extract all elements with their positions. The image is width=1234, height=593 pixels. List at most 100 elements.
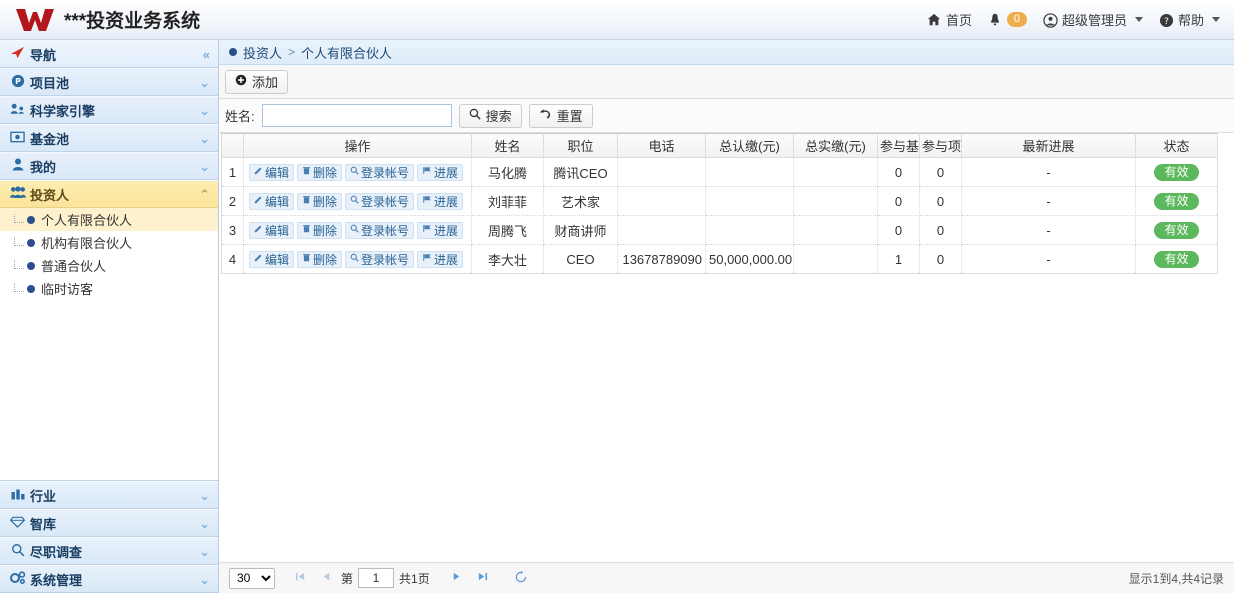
- cell-paid: [793, 244, 878, 274]
- chevron-down-double-icon: ⌄: [199, 515, 210, 531]
- sidebar-item-general-partner[interactable]: 普通合伙人: [0, 254, 218, 277]
- table-body: 1 编辑 删除 登录帐号 进展 马化腾 腾讯CEO 0 0- 有效 2 编辑 删除 登录帐号 进展 刘菲菲 艺术…: [221, 157, 1218, 274]
- user-menu[interactable]: 超级管理员: [1043, 10, 1143, 29]
- trash-icon: [302, 224, 311, 236]
- chevron-down-double-icon: ⌄: [199, 158, 210, 174]
- col-paid[interactable]: 总实缴(元): [793, 133, 878, 158]
- row-action-2[interactable]: 登录帐号: [345, 192, 415, 210]
- sidebar-group-investors[interactable]: 投资人 ⌃: [0, 180, 218, 208]
- sidebar-item-institutional-lp[interactable]: 机构有限合伙人: [0, 231, 218, 254]
- row-action-1[interactable]: 删除: [297, 163, 343, 181]
- tree-branch-icon: [14, 282, 24, 292]
- sidebar-item-individual-lp[interactable]: 个人有限合伙人: [0, 208, 218, 231]
- col-status[interactable]: 状态: [1135, 133, 1218, 158]
- row-action-1[interactable]: 删除: [297, 250, 343, 268]
- row-action-3[interactable]: 进展: [417, 163, 464, 181]
- refresh-button[interactable]: [508, 570, 534, 586]
- row-action-3[interactable]: 进展: [417, 192, 464, 210]
- cell-status: 有效: [1135, 157, 1218, 187]
- chevron-down-icon: [1212, 17, 1220, 22]
- sidebar-group-project-pool[interactable]: P 项目池 ⌄: [0, 68, 218, 96]
- name-search-input[interactable]: [261, 104, 452, 127]
- edit-pencil-icon: [254, 253, 263, 265]
- chevron-down-double-icon: ⌄: [199, 130, 210, 146]
- row-action-0[interactable]: 编辑: [249, 192, 295, 210]
- sidebar-group-fund-pool[interactable]: 基金池 ⌄: [0, 124, 218, 152]
- chevron-down-double-icon: ⌄: [199, 74, 210, 90]
- think-tank-diamond-icon: [9, 516, 26, 531]
- search-button-label: 搜索: [485, 109, 512, 124]
- prev-page-button[interactable]: [313, 571, 339, 585]
- table-row[interactable]: 1 编辑 删除 登录帐号 进展 马化腾 腾讯CEO 0 0- 有效: [221, 157, 1218, 187]
- row-action-1[interactable]: 删除: [297, 221, 343, 239]
- sidebar-group-industry[interactable]: 行业 ⌄: [0, 481, 218, 509]
- row-action-3[interactable]: 进展: [417, 221, 464, 239]
- row-action-3[interactable]: 进展: [417, 250, 464, 268]
- bullet-icon: [27, 261, 35, 270]
- sidebar-group-think-tank[interactable]: 智库 ⌄: [0, 509, 218, 537]
- cell-paid: [793, 186, 878, 216]
- notifications-nav-item[interactable]: 0: [988, 12, 1027, 27]
- reset-button-label: 重置: [556, 109, 583, 124]
- row-action-2[interactable]: 登录帐号: [345, 250, 415, 268]
- sidebar-group-mine[interactable]: 我的 ⌄: [0, 152, 218, 180]
- row-action-label: 进展: [434, 194, 459, 209]
- row-action-2[interactable]: 登录帐号: [345, 163, 415, 181]
- reset-button[interactable]: 重置: [528, 103, 593, 128]
- sidebar-item-label: 临时访客: [41, 282, 94, 297]
- sidebar-item-temp-visitor[interactable]: 临时访客: [0, 277, 218, 300]
- search-button[interactable]: 搜索: [458, 103, 522, 128]
- row-action-2[interactable]: 登录帐号: [345, 221, 415, 239]
- col-name[interactable]: 姓名: [471, 133, 544, 158]
- tree-branch-icon: [14, 236, 24, 246]
- bullet-icon: [27, 215, 35, 224]
- breadcrumb-root[interactable]: 投资人: [243, 43, 282, 62]
- col-projects[interactable]: 参与项: [919, 133, 962, 158]
- sidebar-group-due-diligence[interactable]: 尽职调查 ⌄: [0, 537, 218, 565]
- sidebar: 导航 « P 项目池 ⌄ 科学家引擎 ⌄ 基金池 ⌄ 我的 ⌄ 投资人 ⌃ 个人…: [0, 40, 219, 593]
- page-number-input[interactable]: [358, 568, 395, 588]
- cell-progress: -: [961, 215, 1136, 245]
- next-page-button[interactable]: [444, 571, 470, 585]
- cell-projects: 0: [919, 186, 962, 216]
- undo-arrow-icon: [539, 108, 552, 123]
- sidebar-group-system-management[interactable]: 系统管理 ⌄: [0, 565, 218, 593]
- cell-index: 2: [221, 186, 244, 216]
- chevron-down-double-icon: ⌄: [199, 487, 210, 503]
- sidebar-group-navigation[interactable]: 导航 «: [0, 40, 218, 68]
- col-index[interactable]: [221, 133, 244, 158]
- page-size-select[interactable]: 30: [229, 567, 275, 589]
- row-action-label: 进展: [434, 165, 459, 180]
- col-phone[interactable]: 电话: [617, 133, 706, 158]
- help-menu[interactable]: ? 帮助: [1159, 10, 1220, 29]
- row-action-0[interactable]: 编辑: [249, 163, 295, 181]
- sidebar-group-scientist-engine[interactable]: 科学家引擎 ⌄: [0, 96, 218, 124]
- col-latest-progress[interactable]: 最新进展: [961, 133, 1136, 158]
- cell-progress: -: [961, 244, 1136, 274]
- col-position[interactable]: 职位: [543, 133, 618, 158]
- row-action-label: 编辑: [265, 223, 290, 238]
- col-operations[interactable]: 操作: [243, 133, 472, 158]
- home-nav-item[interactable]: 首页: [927, 10, 972, 29]
- sidebar-group-label: 项目池: [30, 75, 70, 91]
- col-funds[interactable]: 参与基: [877, 133, 920, 158]
- last-page-button[interactable]: [470, 571, 496, 585]
- top-header-bar: ***投资业务系统 首页 0 超级管理员 ? 帮助: [0, 0, 1234, 40]
- cell-status: 有效: [1135, 215, 1218, 245]
- table-row[interactable]: 3 编辑 删除 登录帐号 进展 周腾飞 财商讲师 0 0- 有效: [221, 215, 1218, 245]
- table-row[interactable]: 2 编辑 删除 登录帐号 进展 刘菲菲 艺术家 0 0- 有效: [221, 186, 1218, 216]
- sidebar-spacer: [0, 300, 218, 481]
- chevron-left-double-icon: «: [202, 46, 210, 62]
- table-row[interactable]: 4 编辑 删除 登录帐号 进展 李大壮 CEO 13678789090 50,000,000.0…: [221, 244, 1218, 274]
- cell-paid: [793, 157, 878, 187]
- page-total-label: 共1页: [399, 571, 430, 586]
- row-action-0[interactable]: 编辑: [249, 250, 295, 268]
- cell-operations: 编辑 删除 登录帐号 进展: [243, 157, 472, 187]
- add-button[interactable]: 添加: [225, 69, 289, 94]
- row-action-0[interactable]: 编辑: [249, 221, 295, 239]
- first-page-button[interactable]: [287, 571, 313, 585]
- home-nav-label: 首页: [945, 13, 972, 28]
- investors-table: 操作 姓名 职位 电话 总认缴(元) 总实缴(元) 参与基 参与项 最新进展 状…: [221, 133, 1218, 274]
- row-action-1[interactable]: 删除: [297, 192, 343, 210]
- col-subscribed[interactable]: 总认缴(元): [705, 133, 794, 158]
